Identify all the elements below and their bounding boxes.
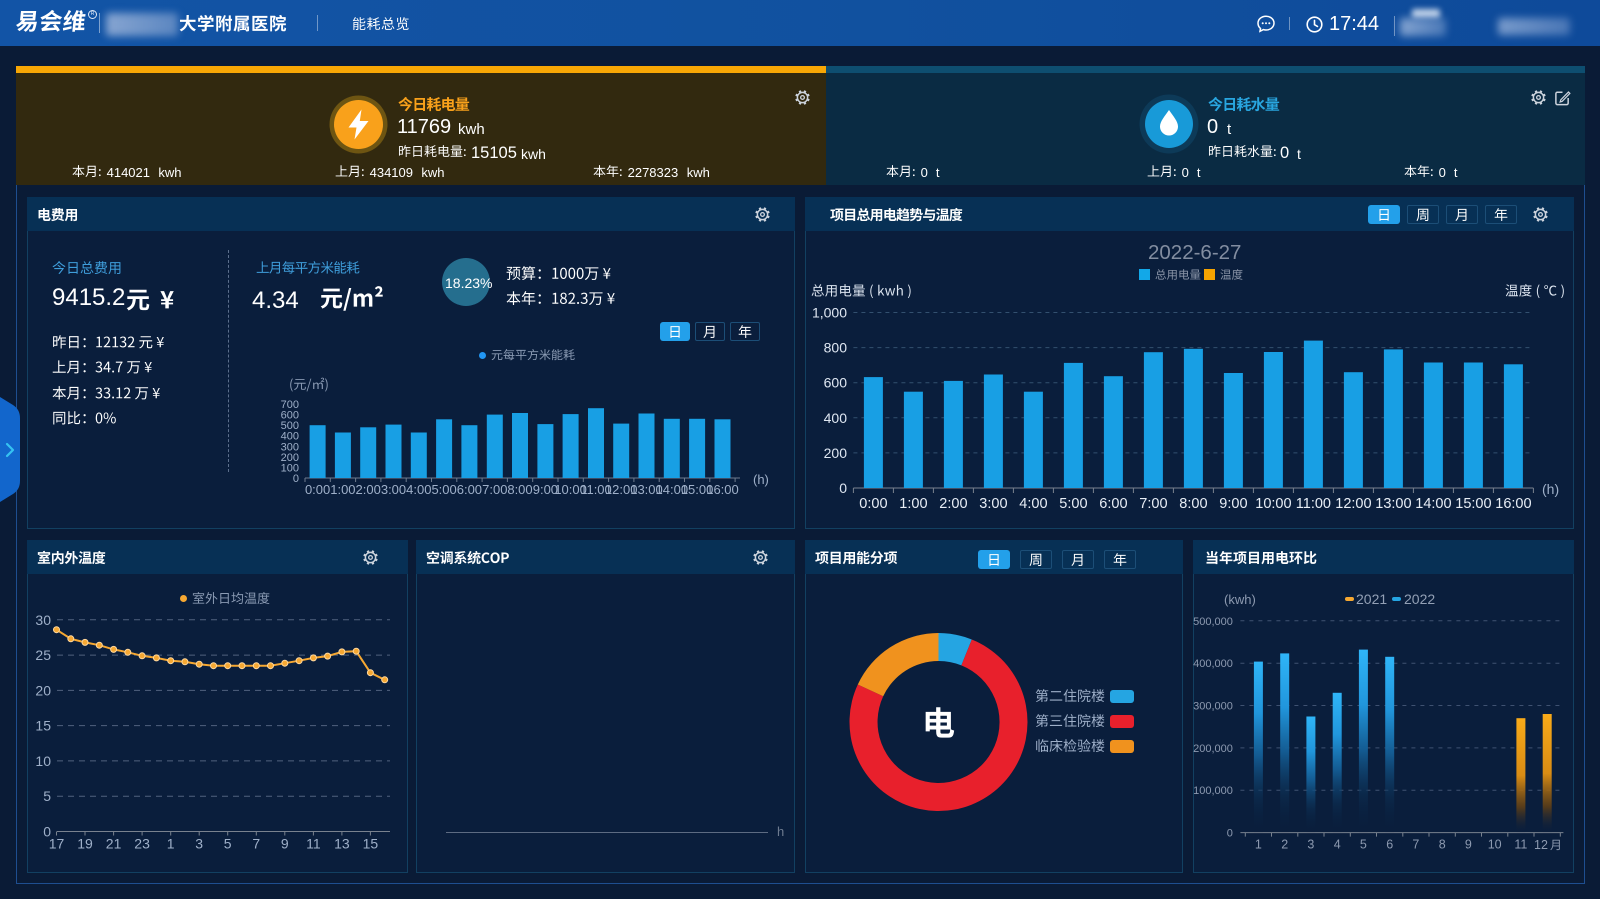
- svg-text:3: 3: [195, 836, 203, 852]
- svg-text:200,000: 200,000: [1193, 743, 1233, 755]
- svg-text:6:00: 6:00: [1099, 496, 1127, 512]
- svg-text:10: 10: [35, 753, 51, 769]
- svg-text:5: 5: [43, 788, 51, 804]
- svg-text:7:00: 7:00: [1139, 496, 1167, 512]
- svg-text:5:00: 5:00: [1059, 496, 1087, 512]
- svg-text:8:00: 8:00: [507, 482, 532, 497]
- svg-text:4:00: 4:00: [406, 482, 431, 497]
- svg-text:9: 9: [1465, 838, 1472, 852]
- svg-text:600: 600: [824, 375, 848, 391]
- svg-text:(h): (h): [1542, 481, 1559, 497]
- svg-text:13:00: 13:00: [1375, 496, 1411, 512]
- svg-text:14:00: 14:00: [1415, 496, 1451, 512]
- svg-text:1: 1: [167, 836, 175, 852]
- svg-text:300: 300: [281, 441, 299, 453]
- svg-text:500: 500: [281, 420, 299, 432]
- svg-text:7:00: 7:00: [482, 482, 507, 497]
- svg-text:10:00: 10:00: [1255, 496, 1291, 512]
- svg-text:300,000: 300,000: [1193, 701, 1233, 713]
- svg-text:15:00: 15:00: [1455, 496, 1491, 512]
- svg-text:0:00: 0:00: [305, 482, 330, 497]
- svg-text:9: 9: [281, 836, 289, 852]
- svg-text:0: 0: [1226, 828, 1232, 840]
- svg-text:3:00: 3:00: [381, 482, 406, 497]
- svg-text:17: 17: [49, 836, 65, 852]
- svg-text:6:00: 6:00: [457, 482, 482, 497]
- svg-text:2:00: 2:00: [356, 482, 381, 497]
- svg-text:15: 15: [35, 718, 51, 734]
- svg-text:16:00: 16:00: [1495, 496, 1531, 512]
- svg-text:8:00: 8:00: [1179, 496, 1207, 512]
- svg-text:12:00: 12:00: [1335, 496, 1371, 512]
- svg-text:600: 600: [281, 410, 299, 422]
- svg-text:1:00: 1:00: [899, 496, 927, 512]
- svg-text:23: 23: [134, 836, 150, 852]
- svg-text:16:00: 16:00: [706, 482, 739, 497]
- svg-text:500,000: 500,000: [1193, 616, 1233, 628]
- svg-text:100,000: 100,000: [1193, 785, 1233, 797]
- svg-text:10: 10: [1487, 838, 1501, 852]
- svg-text:0: 0: [293, 473, 299, 485]
- svg-text:1:00: 1:00: [330, 482, 355, 497]
- svg-text:100: 100: [281, 462, 299, 474]
- svg-text:400: 400: [281, 431, 299, 443]
- svg-text:11: 11: [1514, 838, 1527, 852]
- svg-text:30: 30: [35, 612, 51, 628]
- svg-text:11: 11: [306, 836, 321, 852]
- svg-text:6: 6: [1386, 838, 1393, 852]
- svg-text:19: 19: [77, 836, 93, 852]
- svg-text:5: 5: [1360, 838, 1367, 852]
- svg-text:21: 21: [106, 836, 122, 852]
- svg-text:7: 7: [252, 836, 260, 852]
- svg-text:5: 5: [224, 836, 232, 852]
- svg-text:400,000: 400,000: [1193, 658, 1233, 670]
- svg-text:200: 200: [824, 445, 848, 461]
- svg-text:0: 0: [839, 480, 847, 496]
- svg-text:2: 2: [1281, 838, 1288, 852]
- svg-text:11:00: 11:00: [1296, 496, 1331, 512]
- svg-text:13: 13: [334, 836, 350, 852]
- svg-text:800: 800: [824, 340, 848, 356]
- svg-text:400: 400: [824, 410, 848, 426]
- svg-text:7: 7: [1412, 838, 1419, 852]
- svg-text:4:00: 4:00: [1019, 496, 1047, 512]
- svg-text:8: 8: [1438, 838, 1445, 852]
- svg-text:1,000: 1,000: [812, 305, 847, 321]
- svg-text:200: 200: [281, 452, 299, 464]
- svg-text:5:00: 5:00: [431, 482, 456, 497]
- svg-text:9:00: 9:00: [1219, 496, 1247, 512]
- svg-text:20: 20: [35, 682, 51, 698]
- svg-text:0:00: 0:00: [859, 496, 887, 512]
- svg-text:25: 25: [35, 647, 51, 663]
- svg-text:3:00: 3:00: [979, 496, 1007, 512]
- svg-text:(h): (h): [753, 472, 769, 487]
- svg-text:4: 4: [1333, 838, 1340, 852]
- svg-text:700: 700: [281, 399, 299, 411]
- svg-text:15: 15: [363, 836, 379, 852]
- svg-text:3: 3: [1307, 838, 1314, 852]
- svg-text:2:00: 2:00: [939, 496, 967, 512]
- svg-text:1: 1: [1255, 838, 1262, 852]
